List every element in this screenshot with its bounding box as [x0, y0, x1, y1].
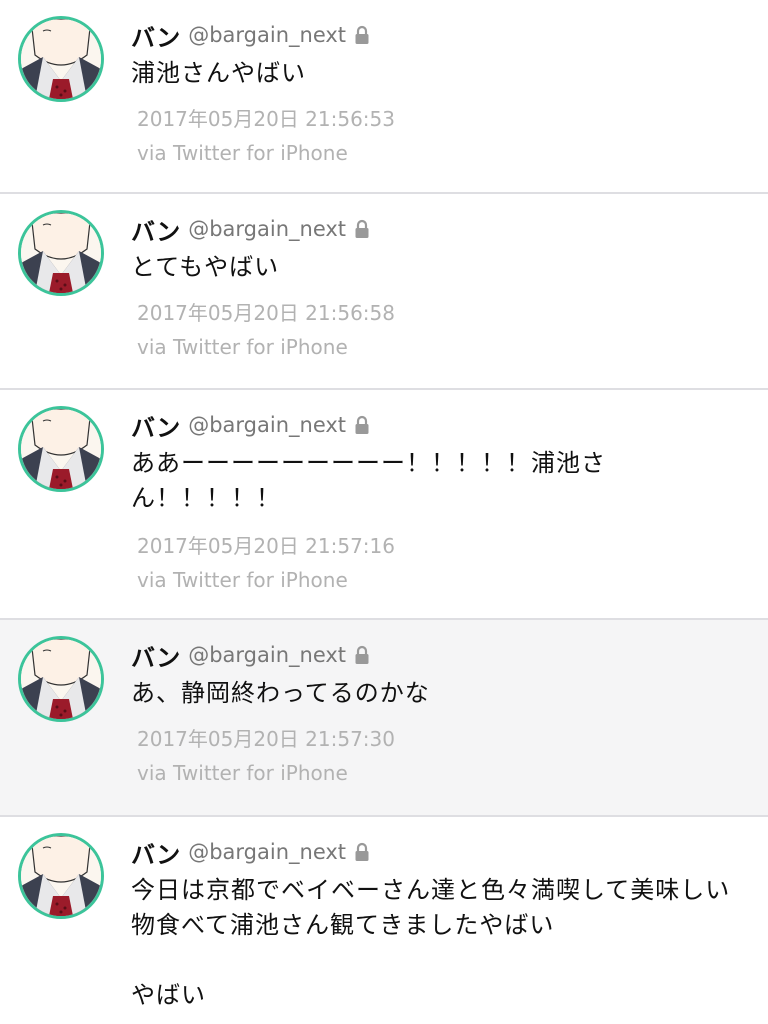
- user-handle[interactable]: @bargain_next: [188, 840, 346, 864]
- display-name[interactable]: バン: [131, 408, 180, 443]
- tweet-item-highlighted[interactable]: バン @bargain_next あ、静岡終わってるのかな 2017年05月20…: [0, 620, 768, 817]
- tweet-text: ああーーーーーーーーー！！！！！浦池さん！！！！！: [131, 449, 606, 512]
- avatar-illustration: [21, 19, 101, 99]
- avatar[interactable]: [18, 833, 104, 919]
- tweet-timestamp[interactable]: 2017年05月20日 21:57:16: [137, 530, 395, 559]
- display-name[interactable]: バン: [131, 212, 180, 247]
- avatar-illustration: [21, 409, 101, 489]
- tweet-header: バン @bargain_next: [131, 835, 370, 869]
- avatar[interactable]: [18, 406, 104, 492]
- display-name[interactable]: バン: [131, 835, 180, 870]
- avatar-illustration: [21, 213, 101, 293]
- tweet-source: via Twitter for iPhone: [137, 568, 348, 592]
- tweet-header: バン @bargain_next: [131, 638, 370, 672]
- tweet-header: バン @bargain_next: [131, 408, 370, 442]
- tweet-text: 今日は京都でベイベーさん達と色々満喫して美味しい物食べて浦池さん観てきましたやば…: [131, 876, 731, 1009]
- user-handle[interactable]: @bargain_next: [188, 23, 346, 47]
- tweet-timestamp[interactable]: 2017年05月20日 21:57:30: [137, 723, 395, 752]
- lock-icon: [354, 842, 370, 862]
- lock-icon: [354, 415, 370, 435]
- tweet-item[interactable]: バン @bargain_next 今日は京都でベイベーさん達と色々満喫して美味し…: [0, 817, 768, 1024]
- display-name[interactable]: バン: [131, 18, 180, 53]
- tweet-timestamp[interactable]: 2017年05月20日 21:56:58: [137, 297, 395, 326]
- avatar[interactable]: [18, 16, 104, 102]
- avatar[interactable]: [18, 636, 104, 722]
- tweet-timestamp[interactable]: 2017年05月20日 21:56:53: [137, 103, 395, 132]
- tweet-feed: バン @bargain_next 浦池さんやばい 2017年05月20日 21:…: [0, 0, 768, 1024]
- user-handle[interactable]: @bargain_next: [188, 643, 346, 667]
- tweet-header: バン @bargain_next: [131, 212, 370, 246]
- tweet-header: バン @bargain_next: [131, 18, 370, 52]
- avatar-illustration: [21, 639, 101, 719]
- tweet-text: あ、静岡終わってるのかな: [131, 679, 430, 707]
- user-handle[interactable]: @bargain_next: [188, 413, 346, 437]
- avatar[interactable]: [18, 210, 104, 296]
- lock-icon: [354, 219, 370, 239]
- tweet-text: 浦池さんやばい: [131, 59, 306, 87]
- avatar-illustration: [21, 836, 101, 916]
- tweet-source: via Twitter for iPhone: [137, 335, 348, 359]
- tweet-text: とてもやばい: [131, 253, 280, 281]
- user-handle[interactable]: @bargain_next: [188, 217, 346, 241]
- lock-icon: [354, 25, 370, 45]
- lock-icon: [354, 645, 370, 665]
- tweet-source: via Twitter for iPhone: [137, 141, 348, 165]
- tweet-item[interactable]: バン @bargain_next ああーーーーーーーーー！！！！！浦池さん！！！…: [0, 390, 768, 620]
- tweet-item[interactable]: バン @bargain_next 浦池さんやばい 2017年05月20日 21:…: [0, 0, 768, 194]
- tweet-source: via Twitter for iPhone: [137, 761, 348, 785]
- display-name[interactable]: バン: [131, 638, 180, 673]
- tweet-item[interactable]: バン @bargain_next とてもやばい 2017年05月20日 21:5…: [0, 194, 768, 390]
